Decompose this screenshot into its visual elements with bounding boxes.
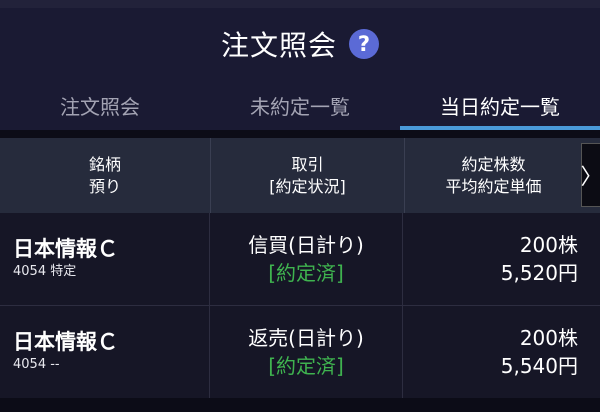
quantity-cell: 200株 5,520円 bbox=[403, 213, 600, 305]
column-header-label: 預り bbox=[88, 176, 121, 196]
stock-code-account: 4054 -- bbox=[13, 357, 60, 372]
column-header-label: 約定株数 bbox=[461, 154, 526, 174]
status-badge: [約定済] bbox=[268, 354, 344, 378]
column-header-trade: 取引 [約定状況] bbox=[211, 138, 405, 213]
stock-name: 日本情報Ｃ bbox=[13, 237, 118, 261]
status-badge: [約定済] bbox=[268, 261, 344, 285]
tab-order-inquiry[interactable]: 注文照会 bbox=[0, 80, 200, 130]
column-header-quantity: 約定株数 平均約定単価 bbox=[405, 138, 582, 213]
top-border bbox=[0, 0, 600, 8]
table-row[interactable]: 日本情報Ｃ 4054 特定 信買(日計り) [約定済] 200株 5,520円 bbox=[0, 213, 600, 306]
tab-today-fills[interactable]: 当日約定一覧 bbox=[400, 80, 600, 130]
column-header-stock: 銘柄 預り bbox=[0, 138, 211, 213]
quantity-cell: 200株 5,540円 bbox=[403, 306, 600, 398]
page-title: 注文照会 bbox=[220, 29, 337, 62]
trade-type: 信買(日計り) bbox=[248, 233, 364, 257]
column-header-label: 銘柄 bbox=[88, 154, 121, 174]
column-header-label: 平均約定単価 bbox=[445, 176, 542, 196]
trade-cell: 返売(日計り) [約定済] bbox=[210, 306, 403, 398]
table-header: 銘柄 預り 取引 [約定状況] 約定株数 平均約定単価 bbox=[0, 138, 600, 213]
stock-code-account: 4054 特定 bbox=[13, 264, 77, 279]
filled-quantity: 200株 bbox=[519, 233, 578, 257]
scroll-right-button[interactable]: 〉 bbox=[581, 143, 600, 207]
column-header-label: [約定状況] bbox=[269, 176, 346, 196]
tab-unfilled-list[interactable]: 未約定一覧 bbox=[200, 80, 400, 130]
column-header-label: 取引 bbox=[291, 154, 324, 174]
average-price: 5,520円 bbox=[500, 261, 578, 285]
page-header: 注文照会 ? bbox=[0, 8, 600, 80]
stock-cell: 日本情報Ｃ 4054 -- bbox=[0, 306, 210, 398]
divider bbox=[0, 130, 600, 138]
tab-bar: 注文照会 未約定一覧 当日約定一覧 bbox=[0, 80, 600, 130]
trade-cell: 信買(日計り) [約定済] bbox=[210, 213, 403, 305]
stock-name: 日本情報Ｃ bbox=[13, 330, 118, 354]
table-row[interactable]: 日本情報Ｃ 4054 -- 返売(日計り) [約定済] 200株 5,540円 bbox=[0, 306, 600, 398]
trade-type: 返売(日計り) bbox=[248, 326, 364, 350]
stock-cell: 日本情報Ｃ 4054 特定 bbox=[0, 213, 210, 305]
help-icon[interactable]: ? bbox=[349, 29, 379, 59]
filled-quantity: 200株 bbox=[519, 326, 578, 350]
average-price: 5,540円 bbox=[500, 354, 578, 378]
bottom-border bbox=[0, 398, 600, 412]
